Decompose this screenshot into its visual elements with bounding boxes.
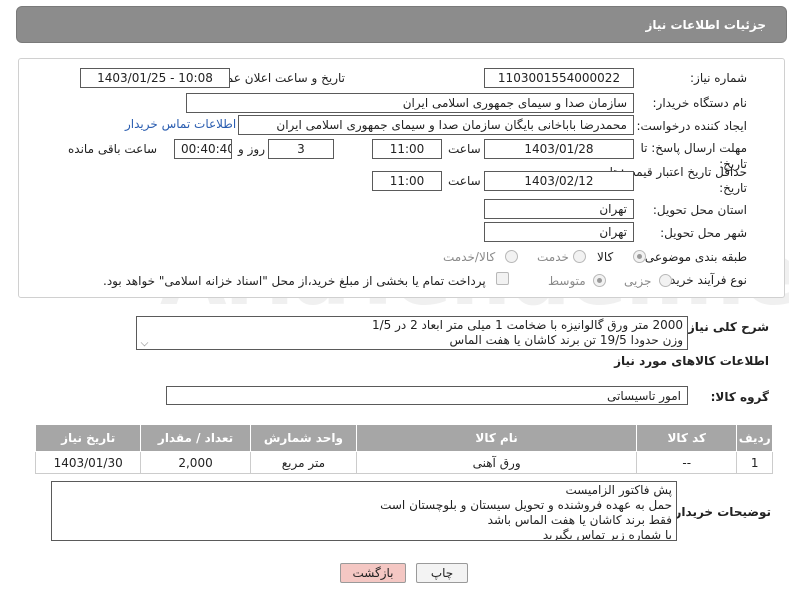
goods-group-field: امور تاسیساتی [166, 386, 688, 405]
col-unit: واحد شمارش [249, 424, 358, 452]
validity-time-label: ساعت [448, 174, 481, 188]
remaining-label: ساعت باقی مانده [68, 142, 158, 156]
description-line-2: وزن حدودا 19/5 تن برند کاشان یا هفت الما… [449, 333, 683, 347]
buyer-notes-line: با شماره زیر تماس بگیرید [542, 528, 672, 541]
description-line-1: 2000 متر ورق گالوانیزه با ضخامت 1 میلی م… [371, 318, 683, 332]
cell-code: -- [636, 451, 738, 474]
goods-group-label: گروه کالا: [710, 390, 769, 404]
cell-index: 1 [736, 451, 773, 474]
page-title: جزئیات اطلاعات نیاز [645, 18, 766, 32]
need-number-label: شماره نیاز: [690, 71, 747, 85]
process-medium-radio[interactable] [593, 274, 606, 287]
buyer-notes-textarea: پش فاکتور الزامیست حمل به عهده فروشنده و… [51, 481, 677, 541]
col-code: کد کالا [636, 424, 738, 452]
cell-qty: 2,000 [140, 451, 251, 474]
buyer-notes-line: پش فاکتور الزامیست [565, 483, 672, 497]
category-goods-label: کالا [597, 250, 614, 264]
buyer-contact-link[interactable]: اطلاعات تماس خریدار [125, 117, 236, 131]
cell-name: ورق آهنی [356, 451, 638, 474]
description-label: شرح کلی نیاز: [683, 320, 769, 334]
back-button[interactable]: بازگشت [340, 563, 406, 583]
items-table: ردیف کد کالا نام کالا واحد شمارش تعداد /… [34, 424, 773, 474]
goods-section-title: اطلاعات کالاهای مورد نیاز [614, 354, 769, 368]
treasury-checkbox[interactable] [496, 272, 509, 285]
remaining-time-field: 00:40:40 [174, 139, 232, 159]
category-both-radio[interactable] [505, 250, 518, 263]
description-textarea: 2000 متر ورق گالوانیزه با ضخامت 1 میلی م… [136, 316, 688, 350]
city-label: شهر محل تحویل: [660, 226, 747, 240]
buyer-notes-line: حمل به عهده فروشنده و تحویل سیستان و بلو… [380, 498, 672, 512]
col-index: ردیف [736, 424, 773, 452]
need-number-field: 1103001554000022 [484, 68, 634, 88]
announce-field: 1403/01/25 - 10:08 [80, 68, 230, 88]
days-field: 3 [268, 139, 334, 159]
validity-time-field: 11:00 [372, 171, 442, 191]
col-date: تاریخ نیاز [34, 424, 142, 452]
creator-field: محمدرضا باباخانی بایگان سازمان صدا و سیم… [238, 115, 634, 135]
deadline-date-field: 1403/01/28 [484, 139, 634, 159]
days-label: روز و [238, 142, 265, 156]
print-button[interactable]: چاپ [416, 563, 468, 583]
province-field: تهران [484, 199, 634, 219]
deadline-time-field: 11:00 [372, 139, 442, 159]
deadline-time-label: ساعت [448, 142, 481, 156]
cell-unit: متر مربع [249, 451, 358, 474]
table-row: 1 -- ورق آهنی متر مربع 2,000 1403/01/30 [34, 451, 773, 474]
category-service-label: خدمت [537, 250, 569, 264]
category-both-label: کالا/خدمت [443, 250, 496, 264]
buyer-org-label: نام دستگاه خریدار: [652, 96, 748, 110]
category-label: طبقه بندی موضوعی: [640, 250, 747, 264]
buyer-org-field: سازمان صدا و سیمای جمهوری اسلامی ایران [186, 93, 634, 113]
col-qty: تعداد / مقدار [140, 424, 251, 452]
buyer-notes-label: توضیحات خریدار: [669, 505, 771, 519]
city-field: تهران [484, 222, 634, 242]
category-service-radio[interactable] [573, 250, 586, 263]
creator-label: ایجاد کننده درخواست: [636, 119, 747, 133]
treasury-text: پرداخت تمام یا بخشی از مبلغ خرید،از محل … [103, 274, 486, 288]
process-medium-label: متوسط [548, 274, 586, 288]
cell-date: 1403/01/30 [34, 451, 142, 474]
category-goods-radio[interactable] [633, 250, 646, 263]
validity-date-field: 1403/02/12 [484, 171, 634, 191]
process-partial-radio[interactable] [659, 274, 672, 287]
panel-header: جزئیات اطلاعات نیاز [16, 6, 787, 43]
process-partial-label: جزیی [624, 274, 652, 288]
province-label: استان محل تحویل: [652, 203, 747, 217]
buyer-notes-line: فقط برند کاشان یا هفت الماس باشد [487, 513, 672, 527]
process-label: نوع فرآیند خرید : [662, 273, 747, 287]
col-name: نام کالا [356, 424, 638, 452]
items-table-header: ردیف کد کالا نام کالا واحد شمارش تعداد /… [34, 424, 773, 452]
